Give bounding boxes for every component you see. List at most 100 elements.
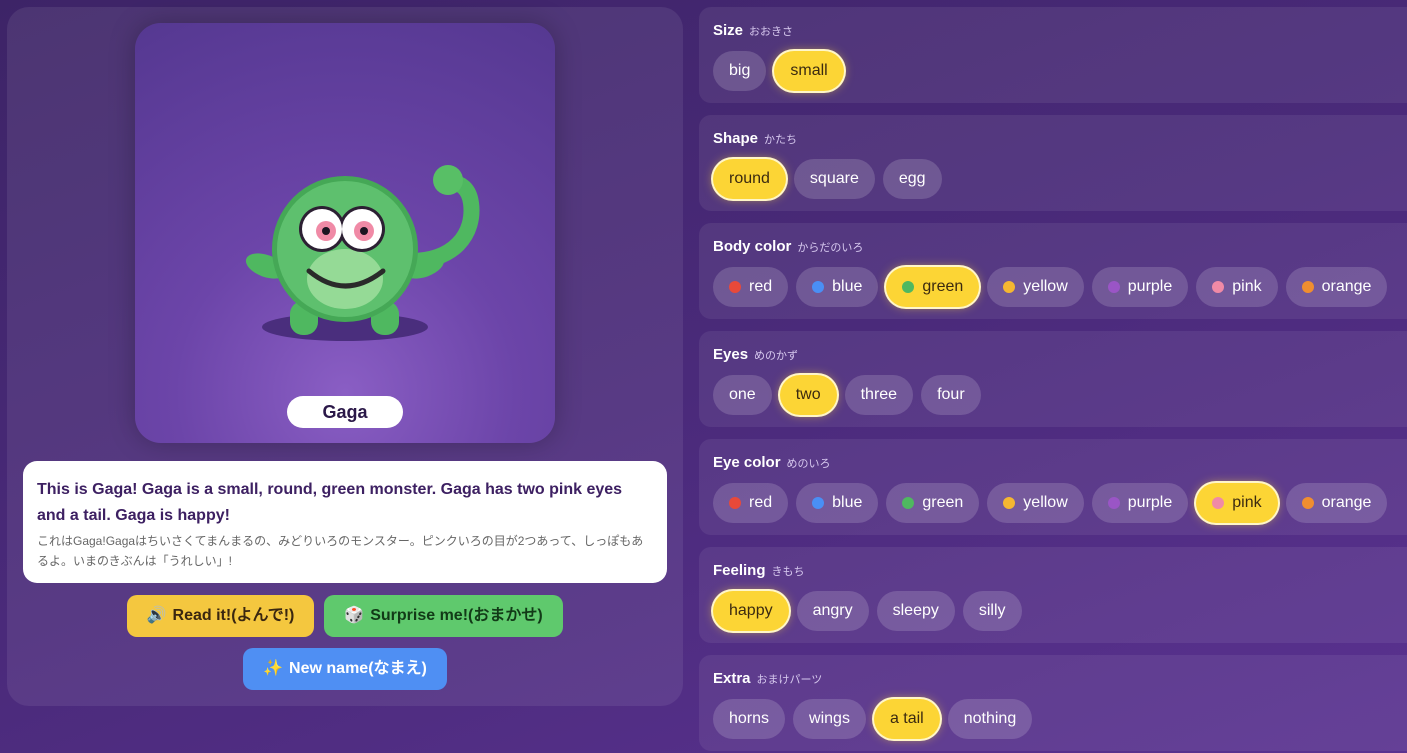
color-swatch-icon bbox=[902, 281, 915, 293]
section-title-jp: おまけパーツ bbox=[756, 674, 823, 686]
shape-options: round square egg bbox=[713, 159, 942, 199]
option-label: one bbox=[729, 386, 756, 403]
option-chip-purple[interactable]: purple bbox=[1091, 267, 1189, 307]
option-label: nothing bbox=[963, 710, 1017, 727]
color-swatch-icon bbox=[812, 497, 825, 509]
option-label: red bbox=[749, 278, 773, 295]
section-title: Extra bbox=[713, 670, 751, 687]
option-label: egg bbox=[898, 170, 926, 187]
color-swatch-icon bbox=[1107, 281, 1120, 293]
speaker-icon: 🔊 bbox=[146, 607, 167, 624]
option-chip-pink[interactable]: pink bbox=[1196, 267, 1278, 307]
option-chip-purple[interactable]: purple bbox=[1091, 483, 1189, 523]
section-title: Shape bbox=[713, 130, 759, 147]
option-chip-silly[interactable]: silly bbox=[962, 591, 1022, 631]
option-chip-red[interactable]: red bbox=[713, 267, 789, 307]
eye-color-section: Eye color めのいろ red blue green yellow purple pi… bbox=[699, 439, 1407, 535]
section-title-jp: めのかず bbox=[754, 350, 799, 362]
section-title: Eyes bbox=[713, 346, 749, 363]
option-chip-four[interactable]: four bbox=[921, 375, 981, 415]
section-title: Body color bbox=[713, 238, 792, 255]
color-swatch-icon bbox=[1107, 497, 1120, 509]
monster-name-label: Gaga bbox=[287, 396, 403, 428]
option-label: blue bbox=[832, 494, 863, 511]
size-section: Size おおきさ big small bbox=[699, 7, 1407, 103]
option-chip-three[interactable]: three bbox=[844, 375, 914, 415]
color-swatch-icon bbox=[1003, 281, 1016, 293]
monster-preview-panel: Gaga This is Gaga! Gaga is a small, roun… bbox=[7, 7, 683, 706]
option-chip-yellow[interactable]: yellow bbox=[987, 267, 1084, 307]
color-swatch-icon bbox=[729, 281, 741, 293]
dice-icon: 🎲 bbox=[344, 607, 365, 624]
section-title: Eye color bbox=[713, 454, 781, 471]
new-name-button[interactable]: ✨ New name(なまえ) bbox=[243, 648, 447, 690]
shape-section: Shape かたち round square egg bbox=[699, 115, 1407, 211]
color-swatch-icon bbox=[1301, 281, 1314, 293]
option-chip-two[interactable]: two bbox=[779, 375, 837, 415]
option-label: green bbox=[922, 494, 964, 511]
sparkles-icon: ✨ bbox=[263, 660, 284, 677]
option-label: sleepy bbox=[892, 602, 939, 619]
option-chip-small[interactable]: small bbox=[774, 51, 844, 91]
option-chip-nothing[interactable]: nothing bbox=[947, 699, 1033, 739]
options-panel: Size おおきさ big small Shape かたち round square eg… bbox=[699, 7, 1407, 753]
section-title: Feeling bbox=[713, 562, 766, 579]
option-label: happy bbox=[729, 602, 773, 619]
option-chip-wings[interactable]: wings bbox=[793, 699, 866, 739]
section-title: Size bbox=[713, 22, 744, 39]
option-chip-orange[interactable]: orange bbox=[1285, 483, 1388, 523]
description-card: This is Gaga! Gaga is a small, round, gr… bbox=[23, 461, 667, 583]
option-chip-angry[interactable]: angry bbox=[796, 591, 869, 631]
option-label: purple bbox=[1127, 494, 1173, 511]
option-chip-square[interactable]: square bbox=[793, 159, 875, 199]
option-chip-orange[interactable]: orange bbox=[1285, 267, 1388, 307]
option-label: green bbox=[922, 278, 964, 295]
option-chip-sleepy[interactable]: sleepy bbox=[876, 591, 955, 631]
option-label: yellow bbox=[1023, 494, 1068, 511]
option-chip-pink[interactable]: pink bbox=[1196, 483, 1278, 523]
eye-color-options: red blue green yellow purple pink orange bbox=[713, 483, 1388, 523]
color-swatch-icon bbox=[1212, 281, 1225, 293]
option-label: angry bbox=[812, 602, 853, 619]
monster-illustration bbox=[245, 165, 480, 341]
option-chip-yellow[interactable]: yellow bbox=[987, 483, 1084, 523]
new-name-label: New name(なまえ) bbox=[289, 660, 427, 677]
section-title-jp: めのいろ bbox=[786, 458, 831, 470]
option-label: pink bbox=[1232, 494, 1262, 511]
option-label: pink bbox=[1232, 278, 1262, 295]
option-chip-one[interactable]: one bbox=[713, 375, 772, 415]
option-chip-green[interactable]: green bbox=[886, 267, 980, 307]
option-chip-horns[interactable]: horns bbox=[713, 699, 786, 739]
option-chip-happy[interactable]: happy bbox=[713, 591, 789, 631]
section-title-jp: かたち bbox=[764, 134, 798, 146]
option-chip-green[interactable]: green bbox=[886, 483, 980, 523]
option-label: three bbox=[860, 386, 898, 403]
color-swatch-icon bbox=[1301, 497, 1314, 509]
option-label: yellow bbox=[1023, 278, 1068, 295]
option-chip-a-tail[interactable]: a tail bbox=[873, 699, 940, 739]
option-label: a tail bbox=[889, 710, 924, 727]
body-color-options: red blue green yellow purple pink orange bbox=[713, 267, 1388, 307]
option-chip-round[interactable]: round bbox=[713, 159, 786, 199]
read-it-button[interactable]: 🔊 Read it!(よんで!) bbox=[127, 595, 314, 637]
surprise-me-button[interactable]: 🎲 Surprise me!(おまかせ) bbox=[324, 595, 563, 637]
option-label: two bbox=[795, 386, 821, 403]
option-label: red bbox=[749, 494, 773, 511]
option-chip-egg[interactable]: egg bbox=[882, 159, 942, 199]
option-label: square bbox=[809, 170, 859, 187]
option-chip-red[interactable]: red bbox=[713, 483, 789, 523]
option-label: horns bbox=[729, 710, 770, 727]
color-swatch-icon bbox=[1003, 497, 1016, 509]
option-chip-big[interactable]: big bbox=[713, 51, 767, 91]
section-title-jp: きもち bbox=[771, 566, 805, 578]
option-label: silly bbox=[978, 602, 1006, 619]
option-label: wings bbox=[809, 710, 850, 727]
option-chip-blue[interactable]: blue bbox=[796, 267, 879, 307]
size-options: big small bbox=[713, 51, 844, 91]
section-title-jp: からだのいろ bbox=[797, 242, 864, 254]
option-chip-blue[interactable]: blue bbox=[796, 483, 879, 523]
option-label: orange bbox=[1321, 278, 1372, 295]
option-label: purple bbox=[1127, 278, 1173, 295]
color-swatch-icon bbox=[729, 497, 741, 509]
option-label: round bbox=[729, 170, 770, 187]
